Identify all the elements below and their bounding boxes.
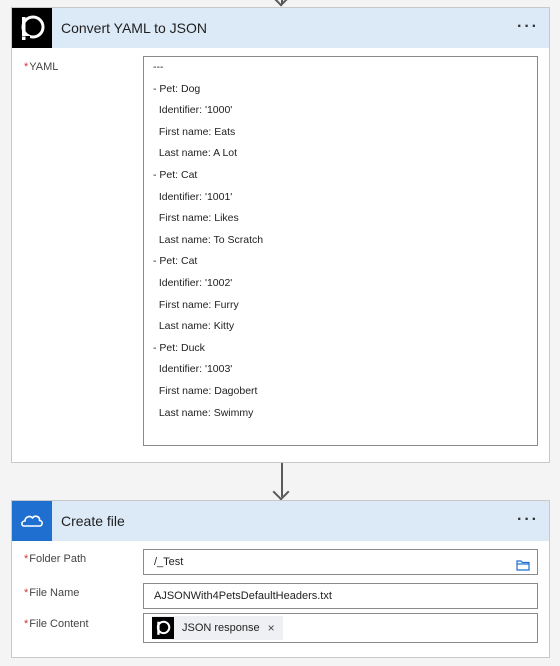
file-name-input[interactable]: AJSONWith4PetsDefaultHeaders.txt — [143, 583, 538, 609]
yaml-line: First name: Dagobert — [153, 384, 258, 397]
yaml-line: First name: Eats — [153, 125, 236, 138]
yaml-line: - Pet: Cat — [153, 168, 198, 181]
required-marker: * — [24, 587, 29, 599]
remove-token-icon[interactable]: × — [268, 616, 275, 640]
required-marker: * — [24, 553, 29, 565]
yaml-line: - Pet: Duck — [153, 341, 205, 354]
flow-canvas: Convert YAML to JSON ··· *YAML --- - Pet… — [0, 0, 560, 666]
more-options-button[interactable]: ··· — [517, 18, 539, 36]
yaml-field-label: *YAML — [24, 61, 59, 73]
more-options-button[interactable]: ··· — [517, 511, 539, 529]
flow-connector-arrow — [272, 463, 292, 501]
create-file-header[interactable]: Create file ··· — [12, 501, 549, 541]
token-connector-icon — [152, 617, 174, 639]
convert-yaml-header[interactable]: Convert YAML to JSON ··· — [12, 8, 549, 48]
card-title: Convert YAML to JSON — [61, 20, 208, 36]
yaml-line: Last name: Kitty — [153, 320, 235, 333]
token-label: JSON response — [182, 622, 260, 634]
convert-yaml-card: Convert YAML to JSON ··· *YAML --- - Pet… — [11, 7, 550, 463]
file-content-label: *File Content — [24, 618, 89, 630]
required-marker: * — [24, 618, 29, 630]
connector-logo-icon — [12, 8, 52, 48]
yaml-line: Identifier: '1001' — [153, 190, 233, 203]
yaml-line: Identifier: '1002' — [153, 276, 233, 289]
required-marker: * — [24, 61, 29, 73]
yaml-line: Identifier: '1000' — [153, 104, 233, 117]
yaml-line: Identifier: '1003' — [153, 363, 233, 376]
yaml-line: - Pet: Cat — [153, 255, 198, 268]
yaml-line: Last name: To Scratch — [153, 233, 264, 246]
yaml-line: Last name: Swimmy — [153, 406, 254, 419]
folder-picker-icon[interactable] — [516, 556, 530, 580]
card-title: Create file — [61, 513, 125, 529]
file-content-input[interactable]: JSON response × — [143, 613, 538, 643]
yaml-textarea[interactable]: --- - Pet: Dog Identifier: '1000' First … — [143, 56, 538, 446]
json-response-token[interactable]: JSON response × — [152, 616, 283, 640]
folder-path-value: /_Test — [154, 556, 184, 568]
yaml-line: - Pet: Dog — [153, 82, 201, 95]
folder-path-label: *Folder Path — [24, 553, 87, 565]
onedrive-icon — [12, 501, 52, 541]
yaml-line: Last name: A Lot — [153, 147, 238, 160]
folder-path-input[interactable]: /_Test — [143, 549, 538, 575]
yaml-line: --- — [153, 61, 164, 73]
yaml-line: First name: Likes — [153, 212, 239, 225]
create-file-card: Create file ··· *Folder Path /_Test *Fil… — [11, 500, 550, 658]
file-name-value: AJSONWith4PetsDefaultHeaders.txt — [154, 590, 332, 602]
yaml-line: First name: Furry — [153, 298, 239, 311]
file-name-label: *File Name — [24, 587, 80, 599]
